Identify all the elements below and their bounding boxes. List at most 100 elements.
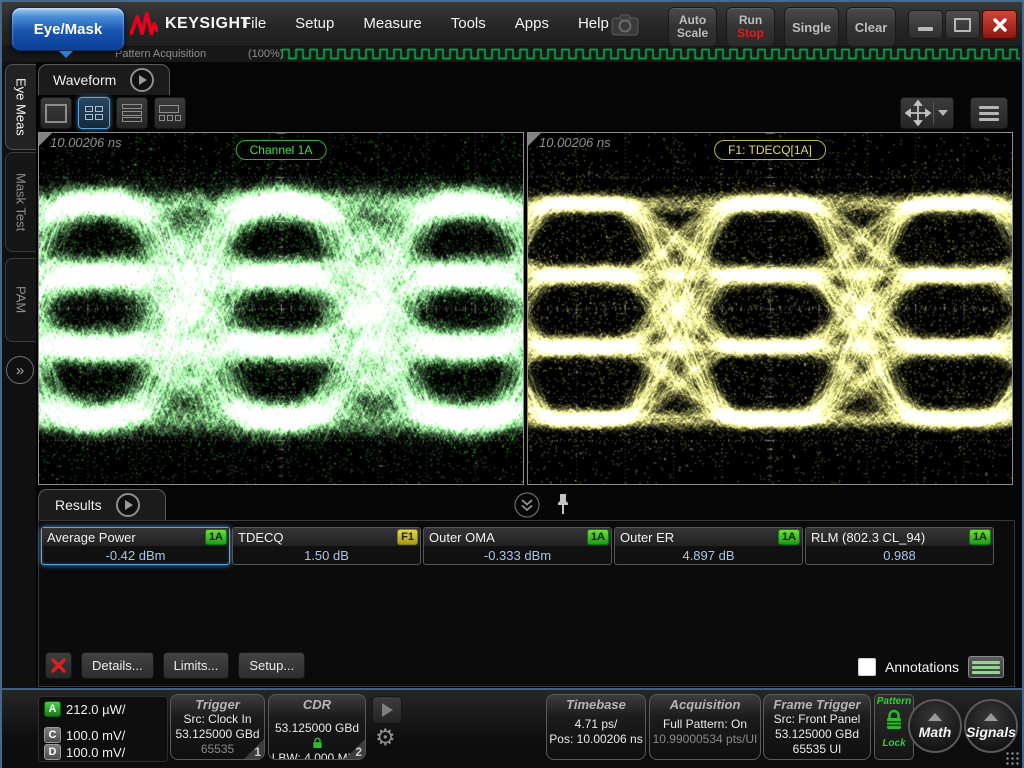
- result-cell-average-power[interactable]: Average Power1A -0.42 dBm: [41, 527, 230, 565]
- channel-c-row[interactable]: C 100.0 mV/: [44, 727, 125, 743]
- cdr-panel[interactable]: CDR 53.125000 GBd LBW: 4.000 MHz 2: [268, 694, 366, 760]
- pin-icon[interactable]: [556, 493, 570, 520]
- brand-label: KEYSIGHT: [165, 15, 251, 33]
- channel-a-scale: 212.0 µW/: [66, 702, 126, 717]
- screenshot-camera-icon[interactable]: [610, 13, 640, 37]
- layout-quad-button[interactable]: [78, 97, 110, 129]
- channel-d-row[interactable]: D 100.0 mV/: [44, 744, 125, 760]
- lock-icon: [312, 737, 323, 749]
- result-name: Average Power: [47, 530, 205, 545]
- tab-play-icon[interactable]: [116, 493, 140, 517]
- result-cell-outer-er[interactable]: Outer ER1A 4.897 dB: [614, 527, 803, 565]
- menu-help[interactable]: Help: [578, 15, 609, 32]
- result-name: RLM (802.3 CL_94): [811, 530, 969, 545]
- trigger-source: Src: Clock In: [171, 712, 264, 727]
- eye-mask-app-button[interactable]: Eye/Mask: [11, 7, 125, 51]
- result-cell-tdecq[interactable]: TDECQF1 1.50 dB: [232, 527, 421, 565]
- pan-dropdown-icon[interactable]: [938, 110, 948, 116]
- setup-label: Setup...: [249, 658, 294, 673]
- collapse-chevrons-icon[interactable]: [514, 492, 540, 518]
- layout-mixed-icon: [159, 105, 181, 121]
- menu-file[interactable]: File: [242, 15, 266, 32]
- signals-button[interactable]: Signals: [964, 699, 1018, 753]
- minimize-button[interactable]: [908, 10, 943, 39]
- result-name: TDECQ: [238, 530, 397, 545]
- tab-play-icon[interactable]: [130, 68, 154, 92]
- sidebar-tab-mask-test[interactable]: Mask Test: [5, 152, 36, 252]
- menu-apps[interactable]: Apps: [515, 15, 549, 32]
- single-button[interactable]: Single: [784, 7, 839, 47]
- layout-single-icon: [45, 104, 67, 123]
- close-icon: [993, 18, 1007, 32]
- timebase-scale: 4.71 ps/: [547, 717, 645, 732]
- red-x-icon: [51, 658, 66, 673]
- cdr-rate: 53.125000 GBd: [275, 721, 359, 735]
- layout-rows-button[interactable]: [116, 97, 148, 129]
- pane-label-tdecq[interactable]: F1: TDECQ[1A]: [714, 140, 826, 160]
- trigger-panel[interactable]: Trigger Src: Clock In 53.125000 GBd 6553…: [170, 694, 265, 760]
- acquisition-title: Acquisition: [650, 697, 760, 712]
- sidebar-tab-pam[interactable]: PAM: [5, 258, 36, 342]
- menu-setup[interactable]: Setup: [295, 15, 334, 32]
- results-panel: Results Average Power1A -0.42 dBm T: [38, 489, 1015, 687]
- annotations-checkbox[interactable]: [858, 658, 876, 676]
- auto-scale-label-2: Scale: [677, 27, 708, 40]
- setup-button[interactable]: Setup...: [238, 652, 305, 679]
- channel-scales-block[interactable]: A 212.0 µW/ C 100.0 mV/ D 100.0 mV/: [38, 696, 168, 762]
- pattern-lock-bottom-label: Lock: [875, 737, 913, 750]
- keysight-spark-icon: [130, 11, 158, 37]
- sidebar-expand-chevron-icon[interactable]: [6, 356, 34, 384]
- eye-diagram-green-canvas[interactable]: [39, 133, 523, 484]
- result-name: Outer ER: [620, 530, 778, 545]
- clear-button[interactable]: Clear: [846, 7, 896, 47]
- tab-label: PAM: [14, 286, 29, 313]
- pane-label-channel-1a[interactable]: Channel 1A: [236, 140, 327, 160]
- annotation-lines-button[interactable]: [968, 656, 1004, 678]
- timebase-panel[interactable]: Timebase 4.71 ps/ Pos: 10.00206 ns: [546, 694, 646, 760]
- left-sidebar: Eye Meas Mask Test PAM: [2, 62, 37, 766]
- app-button-label: Eye/Mask: [34, 21, 102, 38]
- source-badge: 1A: [969, 529, 991, 545]
- layout-single-button[interactable]: [40, 97, 72, 129]
- resize-grip[interactable]: [1005, 751, 1019, 765]
- panel-number: 1: [254, 745, 261, 759]
- auto-scale-button[interactable]: Auto Scale: [668, 7, 717, 47]
- details-button[interactable]: Details...: [81, 652, 154, 679]
- menu-measure[interactable]: Measure: [363, 15, 421, 32]
- annotations-label: Annotations: [885, 659, 959, 675]
- limits-button[interactable]: Limits...: [163, 652, 230, 679]
- run-stop-button[interactable]: Run Stop: [726, 7, 775, 47]
- tab-label: Mask Test: [14, 173, 29, 231]
- waveform-pane-channel-1a[interactable]: 10.00206 ns Channel 1A: [38, 132, 524, 485]
- menu-tools[interactable]: Tools: [451, 15, 486, 32]
- delete-measurement-button[interactable]: [45, 652, 72, 679]
- menu-hamburger-button[interactable]: [970, 97, 1008, 129]
- gear-icon[interactable]: [375, 724, 396, 751]
- acquisition-density: 10.99000534 pts/UI: [650, 732, 760, 747]
- frame-trigger-panel[interactable]: Frame Trigger Src: Front Panel 53.125000…: [763, 694, 871, 760]
- eye-diagram-yellow-canvas[interactable]: [528, 133, 1012, 484]
- acquisition-panel[interactable]: Acquisition Full Pattern: On 10.99000534…: [649, 694, 761, 760]
- source-badge: F1: [397, 529, 418, 545]
- layout-mixed-button[interactable]: [154, 97, 186, 129]
- sidebar-tab-eye-meas[interactable]: Eye Meas: [5, 64, 36, 150]
- source-badge: 1A: [778, 529, 800, 545]
- math-button[interactable]: Math: [908, 699, 962, 753]
- result-cell-outer-oma[interactable]: Outer OMA1A -0.333 dBm: [423, 527, 612, 565]
- results-body: Average Power1A -0.42 dBm TDECQF1 1.50 d…: [38, 520, 1015, 687]
- tab-waveform[interactable]: Waveform: [38, 64, 170, 95]
- tab-results[interactable]: Results: [38, 489, 166, 520]
- source-badge: 1A: [587, 529, 609, 545]
- pan-tool-button[interactable]: [900, 97, 954, 129]
- close-button[interactable]: [982, 10, 1017, 39]
- signals-label: Signals: [966, 724, 1016, 740]
- run-pause-small-button[interactable]: [372, 696, 402, 724]
- pane-timestamp: 10.00206 ns: [50, 135, 122, 150]
- channel-c-scale: 100.0 mV/: [66, 728, 125, 743]
- waveform-pane-tdecq[interactable]: 10.00206 ns F1: TDECQ[1A]: [527, 132, 1013, 485]
- channel-a-row[interactable]: A 212.0 µW/: [44, 701, 126, 717]
- result-cell-rlm[interactable]: RLM (802.3 CL_94)1A 0.988: [805, 527, 994, 565]
- waveform-toolbar: [38, 96, 1016, 130]
- limits-label: Limits...: [174, 658, 219, 673]
- maximize-button[interactable]: [945, 10, 980, 39]
